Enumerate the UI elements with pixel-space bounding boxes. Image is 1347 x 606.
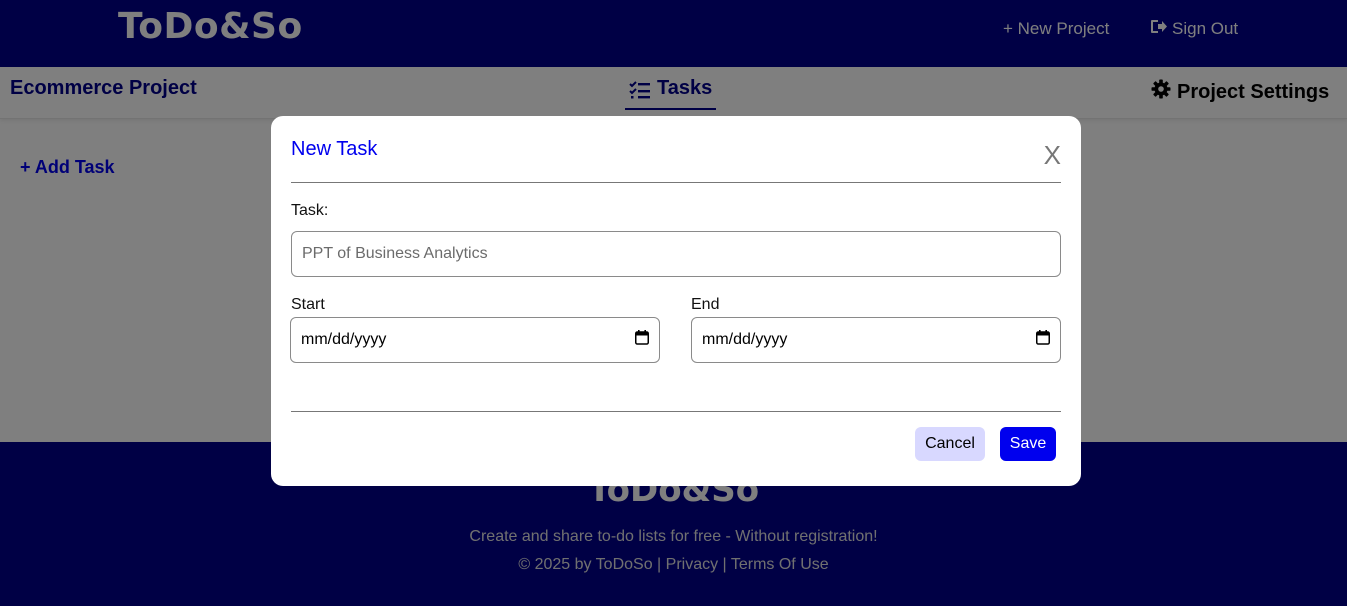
end-date-value: mm/dd/yyyy xyxy=(702,331,788,348)
task-label: Task: xyxy=(291,202,329,219)
new-task-dialog: New Task X Task: Start mm/dd/yyyy End mm… xyxy=(271,116,1081,486)
divider xyxy=(291,411,1061,412)
end-label: End xyxy=(691,296,720,313)
end-date-input[interactable]: mm/dd/yyyy xyxy=(691,317,1061,363)
calendar-icon[interactable] xyxy=(635,330,649,350)
cancel-button[interactable]: Cancel xyxy=(915,427,985,461)
start-date-input[interactable]: mm/dd/yyyy xyxy=(290,317,660,363)
dialog-title: New Task xyxy=(291,138,378,160)
divider xyxy=(291,182,1061,183)
start-label: Start xyxy=(291,296,325,313)
save-button[interactable]: Save xyxy=(1000,427,1056,461)
close-button[interactable]: X xyxy=(1044,140,1061,171)
task-input[interactable] xyxy=(291,231,1061,277)
calendar-icon[interactable] xyxy=(1036,330,1050,350)
start-date-value: mm/dd/yyyy xyxy=(301,331,387,348)
